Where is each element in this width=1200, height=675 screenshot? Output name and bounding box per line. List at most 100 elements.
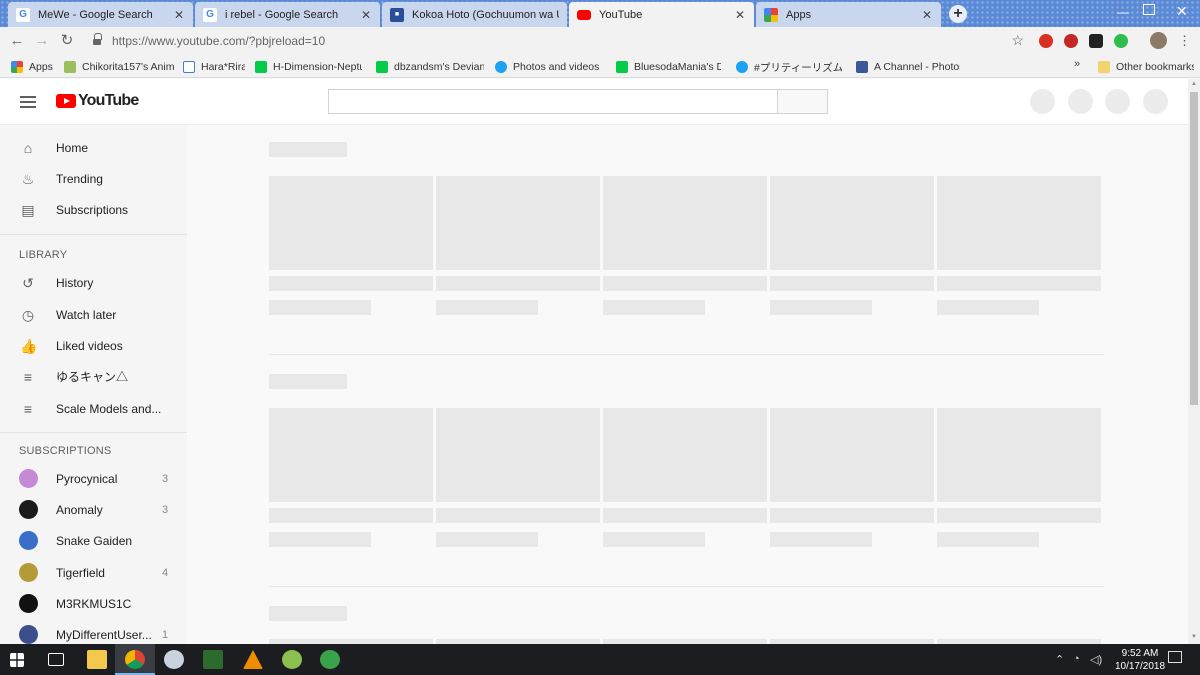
menu-icon[interactable] xyxy=(20,96,36,108)
app-icon[interactable] xyxy=(203,650,223,669)
video-meta-placeholder xyxy=(770,532,872,547)
notifications-icon[interactable] xyxy=(1168,651,1182,663)
subscription-item[interactable]: MyDifferentUser... 1 xyxy=(0,619,187,644)
other-bookmarks[interactable]: Other bookmarks xyxy=(1098,59,1194,75)
tab-youtube[interactable]: YouTube ✕ xyxy=(569,2,754,27)
deviantart-icon xyxy=(616,61,628,73)
page-scrollbar[interactable]: ▲ ▼ xyxy=(1188,79,1200,644)
video-title-placeholder xyxy=(269,276,433,291)
header-icon-placeholder[interactable] xyxy=(1068,89,1093,114)
subscription-item[interactable]: Snake Gaiden xyxy=(0,525,187,556)
subscriptions-section-title: SUBSCRIPTIONS xyxy=(19,445,112,457)
tray-chevron-icon[interactable]: ⌃ xyxy=(1055,653,1064,666)
subscription-item[interactable]: Pyrocynical 3 xyxy=(0,463,187,494)
lock-icon xyxy=(92,33,102,46)
adblock-icon[interactable] xyxy=(1064,34,1078,48)
site-icon xyxy=(64,61,76,73)
extension-icon[interactable] xyxy=(1089,34,1103,48)
reload-button[interactable]: ↻ xyxy=(58,32,76,50)
windows-start-icon[interactable] xyxy=(10,653,24,667)
bookmark-item[interactable]: Photos and videos by xyxy=(495,59,602,75)
bookmark-item[interactable]: A Channel - Photos | xyxy=(856,59,960,75)
video-meta-placeholder xyxy=(436,300,538,315)
sidebar-item-liked-videos[interactable]: 👍 Liked videos xyxy=(0,330,187,361)
forward-button[interactable]: → xyxy=(33,32,51,50)
utorrent-icon[interactable] xyxy=(320,650,340,669)
sidebar-item-trending[interactable]: ♨ Trending xyxy=(0,163,187,194)
chrome-icon[interactable] xyxy=(125,650,145,669)
window-close-button[interactable]: ✕ xyxy=(1176,3,1188,20)
new-tab-button[interactable]: + xyxy=(949,5,967,23)
folder-icon xyxy=(1098,61,1110,73)
playlist-icon: ≡ xyxy=(23,400,33,417)
sidebar-item-home[interactable]: ⌂ Home xyxy=(0,132,187,163)
profile-avatar[interactable] xyxy=(1150,32,1167,49)
bookmark-apps[interactable]: Apps xyxy=(11,59,63,75)
sidebar-item-playlist[interactable]: ≡ ゆるキャン△ xyxy=(0,361,187,392)
playlist-icon: ≡ xyxy=(23,368,33,385)
subscription-item[interactable]: M3RKMUS1C xyxy=(0,588,187,619)
chrome-menu-icon[interactable]: ⋮ xyxy=(1178,33,1191,49)
bookmark-item[interactable]: dbzandsm's DeviantA xyxy=(376,59,484,75)
tab-kokoa-hoto[interactable]: ■ Kokoa Hoto (Gochuumon wa Usa xyxy=(382,2,567,27)
tab-mewe-search[interactable]: G MeWe - Google Search ✕ xyxy=(8,2,193,27)
header-icon-placeholder[interactable] xyxy=(1030,89,1055,114)
youtube-logo[interactable]: YouTube xyxy=(56,92,139,110)
sidebar-item-watch-later[interactable]: ◷ Watch later xyxy=(0,299,187,330)
bookmark-item[interactable]: Hara*Rira xyxy=(183,59,245,75)
screen: G MeWe - Google Search ✕ G i rebel - Goo… xyxy=(0,0,1200,675)
bookmarks-bar: Apps Chikorita157's Anime Hara*Rira H-Di… xyxy=(0,55,1200,78)
vlc-icon[interactable] xyxy=(243,650,263,669)
bookmark-item[interactable]: Chikorita157's Anime xyxy=(64,59,174,75)
close-icon[interactable]: ✕ xyxy=(734,8,746,22)
bookmark-item[interactable]: H-Dimension-Neptun xyxy=(255,59,362,75)
home-icon: ⌂ xyxy=(23,139,33,156)
minimize-button[interactable]: — xyxy=(1117,5,1129,19)
extension-icon[interactable] xyxy=(1039,34,1053,48)
network-icon[interactable]: ◔ xyxy=(1073,653,1080,665)
system-clock[interactable]: 9:52 AM 10/17/2018 xyxy=(1110,647,1170,673)
scrollbar-thumb[interactable] xyxy=(1190,92,1198,405)
bookmark-item[interactable]: BluesodaMania's Dev xyxy=(616,59,721,75)
video-title-placeholder xyxy=(603,508,767,523)
bookmark-star-icon[interactable]: ☆ xyxy=(1011,32,1024,49)
subscription-item[interactable]: Anomaly 3 xyxy=(0,494,187,525)
scroll-up-arrow-icon[interactable]: ▲ xyxy=(1190,81,1198,87)
tab-irebel-search[interactable]: G i rebel - Google Search ✕ xyxy=(195,2,380,27)
sidebar-item-playlist[interactable]: ≡ Scale Models and... xyxy=(0,393,187,424)
search-input[interactable] xyxy=(328,89,778,114)
apps-icon xyxy=(11,61,23,73)
deviantart-icon xyxy=(376,61,388,73)
file-explorer-icon[interactable] xyxy=(87,650,107,669)
sidebar-item-history[interactable]: ↺ History xyxy=(0,267,187,298)
subscription-item[interactable]: Tigerfield 4 xyxy=(0,557,187,588)
check-extension-icon[interactable] xyxy=(1114,34,1128,48)
volume-icon[interactable]: ◁) xyxy=(1090,653,1102,666)
search-button[interactable] xyxy=(777,89,828,114)
browser-tab-strip: G MeWe - Google Search ✕ G i rebel - Goo… xyxy=(0,0,1200,27)
back-button[interactable]: ← xyxy=(8,32,26,50)
maximize-button[interactable] xyxy=(1143,4,1155,15)
close-icon[interactable]: ✕ xyxy=(360,8,372,22)
bookmark-item[interactable]: #プリティーリズム hashta xyxy=(736,59,842,75)
windows-taskbar: ⌃ ◔ ◁) 9:52 AM 10/17/2018 xyxy=(0,644,1200,675)
header-icon-placeholder[interactable] xyxy=(1105,89,1130,114)
more-bookmarks-button[interactable]: » xyxy=(1074,58,1080,70)
video-meta-placeholder xyxy=(269,300,371,315)
scroll-down-arrow-icon[interactable]: ▼ xyxy=(1190,634,1198,640)
google-icon: G xyxy=(203,7,217,22)
tab-apps[interactable]: Apps ✕ xyxy=(756,2,941,27)
header-icon-placeholder[interactable] xyxy=(1143,89,1168,114)
channel-avatar xyxy=(19,469,38,488)
task-view-icon[interactable] xyxy=(48,653,64,666)
video-thumbnail-placeholder xyxy=(937,408,1101,502)
video-title-placeholder xyxy=(603,276,767,291)
subscriptions-icon: ▤ xyxy=(21,201,35,218)
address-bar[interactable]: https://www.youtube.com/?pbjreload=10 ☆ xyxy=(86,30,1030,52)
channel-avatar xyxy=(19,563,38,582)
close-icon[interactable]: ✕ xyxy=(921,8,933,22)
app-icon[interactable] xyxy=(282,650,302,669)
close-icon[interactable]: ✕ xyxy=(173,8,185,22)
sidebar-item-subscriptions[interactable]: ▤ Subscriptions xyxy=(0,194,187,225)
app-icon[interactable] xyxy=(164,650,184,669)
